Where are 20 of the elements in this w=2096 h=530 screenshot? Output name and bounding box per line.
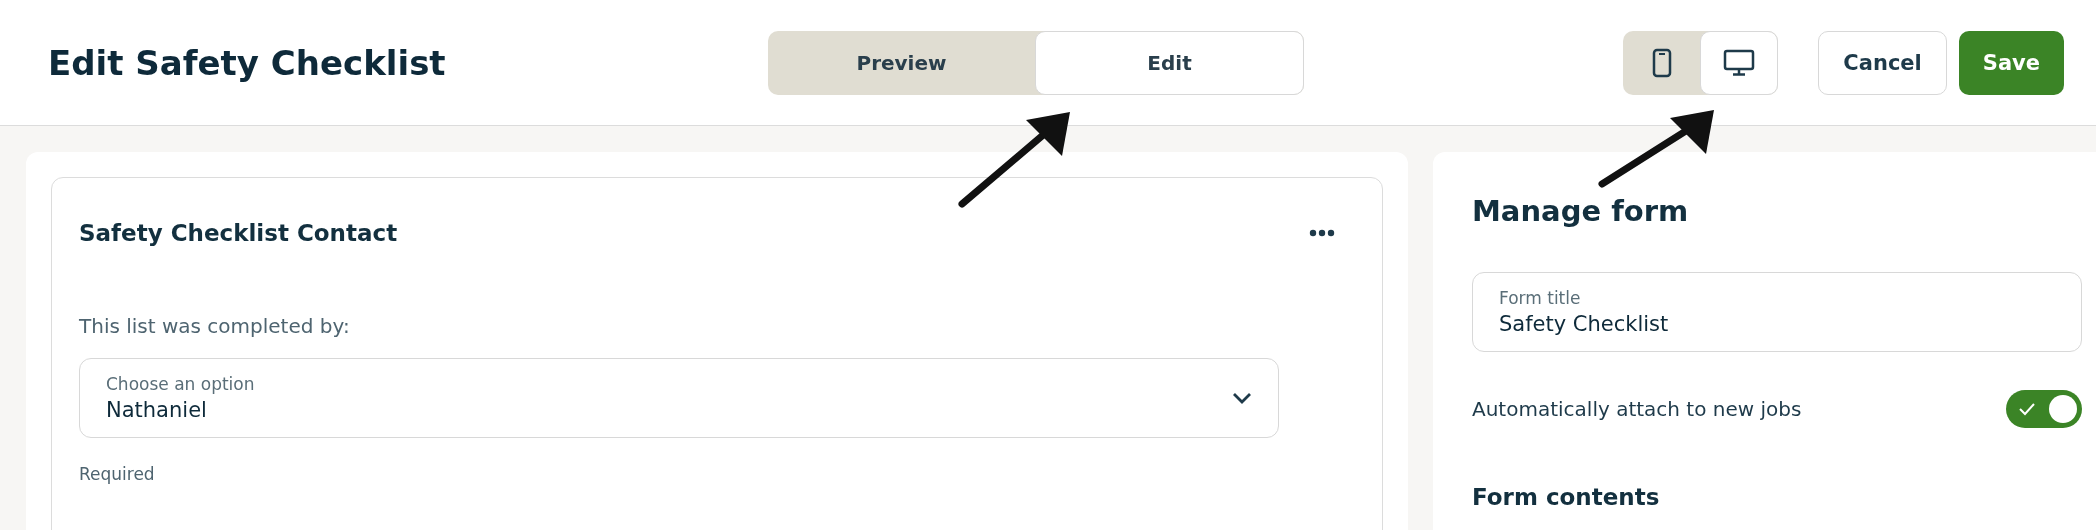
- mode-tab[interactable]: Preview: [768, 30, 1035, 95]
- panel-heading: Manage form: [1472, 194, 1690, 228]
- save-button[interactable]: Save: [1958, 30, 2064, 95]
- more-icon[interactable]: [1309, 229, 1335, 237]
- cancel-button[interactable]: Cancel: [1818, 30, 1947, 95]
- required-hint: Required: [79, 464, 156, 484]
- phone-icon: [1651, 47, 1672, 78]
- section-heading: Form contents: [1472, 484, 1661, 510]
- desktop-view-button[interactable]: [1699, 30, 1779, 95]
- form-title-field[interactable]: Form title Safety Checklist: [1472, 272, 2082, 352]
- question-text: This list was completed by:: [79, 314, 351, 338]
- card-title: Safety Checklist Contact: [79, 220, 398, 246]
- select-field[interactable]: Choose an option Nathaniel: [79, 358, 1279, 438]
- page-title: Edit Safety Checklist: [48, 42, 447, 83]
- monitor-icon: [1723, 48, 1756, 77]
- chevron-down-icon: [1232, 392, 1252, 404]
- toggle-label: Automatically attach to new jobs: [1472, 397, 1802, 421]
- check-icon: [2018, 402, 2036, 416]
- auto-attach-toggle[interactable]: [2006, 390, 2082, 428]
- mode-tab[interactable]: Edit: [1035, 30, 1304, 95]
